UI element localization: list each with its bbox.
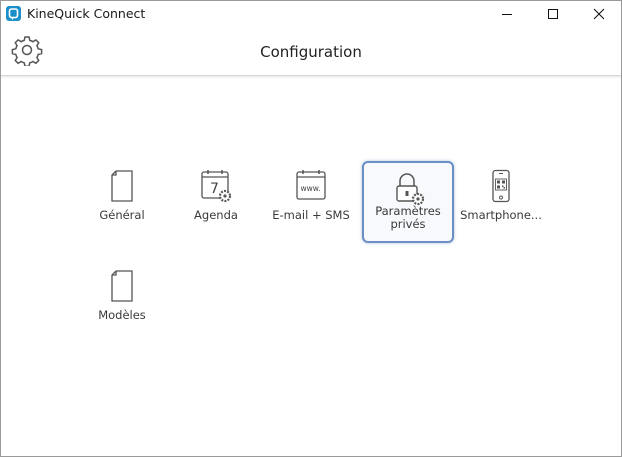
calendar-gear-icon: 7 [201,170,232,203]
minimize-icon [502,14,512,15]
maximize-button[interactable] [530,1,576,27]
lock-gear-icon [396,173,425,205]
tile-label: Agenda [194,208,238,222]
tile-email-sms[interactable]: www. E-mail + SMS [265,159,357,241]
page-title: Configuration [260,43,362,61]
document-icon [111,170,133,202]
web-calendar-icon: www. [296,170,326,200]
page-header: Configuration [1,27,621,75]
app-logo-icon [6,6,21,21]
minimize-button[interactable] [484,1,530,27]
document-icon [111,270,133,302]
tile-agenda[interactable]: 7 Agenda [170,159,262,241]
tile-smartphone[interactable]: Smartphone... [455,159,547,241]
svg-text:www.: www. [301,184,321,193]
svg-text:7: 7 [210,181,219,197]
window-title: KineQuick Connect [27,6,146,21]
tile-general[interactable]: Général [76,159,168,241]
tile-templates[interactable]: Modèles [76,259,168,341]
tile-label: E-mail + SMS [272,208,350,222]
close-button[interactable] [576,1,622,27]
tile-label: Général [99,208,145,222]
app-window: KineQuick Connect Configuration Général … [0,0,622,457]
smartphone-qr-icon [492,169,510,203]
tile-label: Smartphone... [460,208,542,222]
tile-private-settings[interactable]: Paramètres privés [362,161,454,243]
close-icon [593,8,605,20]
tile-label: Modèles [98,308,146,322]
tile-label: Paramètres privés [375,204,441,231]
header-shadow [1,76,621,79]
maximize-icon [548,9,558,19]
title-bar[interactable]: KineQuick Connect [1,1,621,27]
